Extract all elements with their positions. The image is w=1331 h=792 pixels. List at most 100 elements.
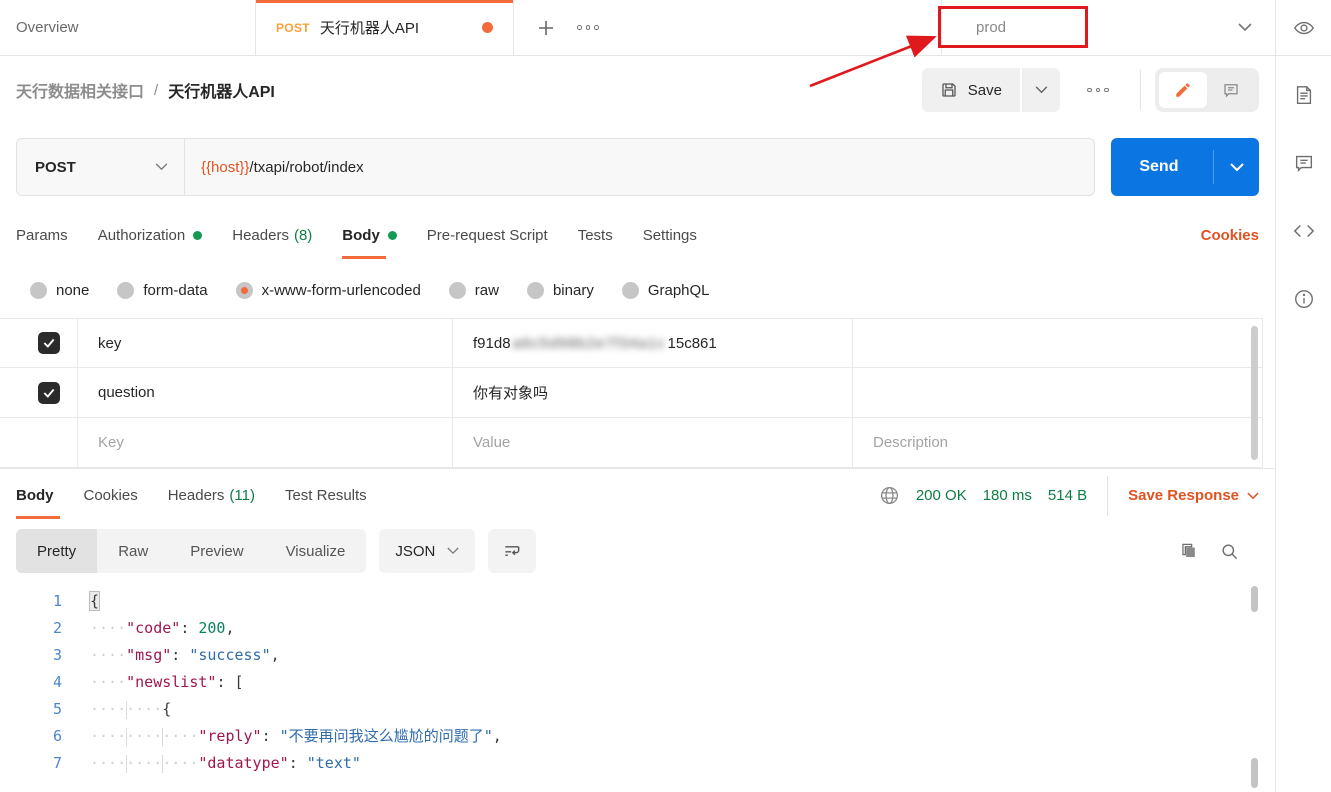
- response-size[interactable]: 514 B: [1048, 487, 1087, 504]
- body-mode-raw[interactable]: raw: [449, 282, 499, 299]
- send-button-label: Send: [1111, 158, 1178, 176]
- request-tab-authorization[interactable]: Authorization: [98, 208, 203, 262]
- code-token: :: [180, 619, 198, 637]
- tabbar-more-button[interactable]: [566, 0, 610, 55]
- right-sidebar: [1276, 0, 1331, 792]
- save-response-button[interactable]: Save Response: [1128, 487, 1259, 504]
- tab-overview[interactable]: Overview: [0, 0, 256, 55]
- body-mode-x-www-form-urlencoded[interactable]: x-www-form-urlencoded: [236, 282, 421, 299]
- body-mode-graphql[interactable]: GraphQL: [622, 282, 710, 299]
- method-select[interactable]: POST: [17, 139, 185, 195]
- search-icon: [1220, 542, 1239, 561]
- request-tab-body[interactable]: Body: [342, 208, 397, 262]
- response-tab-cookies[interactable]: Cookies: [84, 469, 138, 522]
- checkbox-column: [0, 418, 78, 467]
- param-value-field[interactable]: f91d8a6c5d98b2e7f34a1c15c861: [453, 319, 853, 367]
- pencil-icon: [1174, 81, 1192, 99]
- param-value-field[interactable]: 你有对象吗: [453, 368, 853, 417]
- search-button[interactable]: [1220, 542, 1239, 561]
- param-key-field[interactable]: question: [78, 368, 453, 417]
- environment-selector[interactable]: prod: [941, 0, 1276, 55]
- param-key-field[interactable]: key: [78, 319, 453, 367]
- code-token: ,: [225, 619, 234, 637]
- code-token: ····: [126, 700, 162, 718]
- body-mode-form-data[interactable]: form-data: [117, 282, 207, 299]
- code-token: ,: [493, 727, 502, 745]
- request-header-row: 天行数据相关接口 / 天行机器人API Save: [0, 56, 1275, 124]
- row-checkbox[interactable]: [38, 332, 60, 354]
- response-meta: 200 OK 180 ms 514 B Save Response: [879, 476, 1259, 516]
- code-token: "code": [126, 619, 180, 637]
- send-button[interactable]: Send: [1111, 138, 1259, 196]
- tab-request-active[interactable]: POST 天行机器人API: [256, 0, 514, 55]
- radio-icon: [236, 282, 253, 299]
- code-token: {: [90, 592, 99, 610]
- environment-quicklook-button[interactable]: [1293, 17, 1315, 39]
- radio-icon: [117, 282, 134, 299]
- breadcrumb-folder[interactable]: 天行数据相关接口: [16, 78, 144, 102]
- request-more-button[interactable]: [1080, 68, 1116, 112]
- cookies-link[interactable]: Cookies: [1201, 227, 1259, 244]
- language-select[interactable]: JSON: [379, 529, 475, 573]
- request-tab-params[interactable]: Params: [16, 208, 68, 262]
- code-line: 6············"reply": "不要再问我这么尴尬的问题了",: [0, 723, 1275, 750]
- body-mode-none[interactable]: none: [30, 282, 89, 299]
- body-mode-binary[interactable]: binary: [527, 282, 594, 299]
- copy-button[interactable]: [1179, 542, 1198, 561]
- tab-method-badge: POST: [276, 21, 310, 35]
- param-description-field[interactable]: [853, 319, 1263, 367]
- tab-count: (8): [294, 227, 312, 244]
- url-host-variable: {{host}}: [201, 159, 249, 176]
- wrap-lines-button[interactable]: [488, 529, 536, 573]
- code-scrollbar-thumb[interactable]: [1251, 758, 1258, 788]
- documentation-button[interactable]: [1293, 84, 1315, 106]
- comment-button[interactable]: [1207, 72, 1255, 108]
- param-placeholder[interactable]: Key: [78, 418, 453, 467]
- param-description-field[interactable]: [853, 368, 1263, 417]
- info-icon: [1293, 288, 1315, 310]
- view-pretty[interactable]: Pretty: [16, 529, 97, 573]
- code-token: "msg": [126, 646, 171, 664]
- response-tab-headers[interactable]: Headers(11): [168, 469, 255, 522]
- table-scrollbar-thumb[interactable]: [1251, 326, 1258, 460]
- row-checkbox[interactable]: [38, 382, 60, 404]
- code-snippet-button[interactable]: [1293, 220, 1315, 242]
- view-preview[interactable]: Preview: [169, 529, 264, 573]
- code-token: 200: [198, 619, 225, 637]
- url-input[interactable]: {{host}}/txapi/robot/index: [185, 139, 1094, 195]
- send-options-button[interactable]: [1213, 150, 1259, 184]
- request-tab-tests[interactable]: Tests: [578, 208, 613, 262]
- copy-icon: [1179, 542, 1198, 561]
- chevron-down-icon: [1247, 492, 1259, 500]
- param-placeholder[interactable]: Value: [453, 418, 853, 467]
- code-token: ····: [90, 673, 126, 691]
- response-time[interactable]: 180 ms: [983, 487, 1032, 504]
- chevron-down-icon: [155, 163, 168, 171]
- new-tab-button[interactable]: [526, 0, 566, 55]
- radio-icon: [622, 282, 639, 299]
- code-icon: [1293, 220, 1315, 242]
- code-scrollbar-thumb[interactable]: [1251, 586, 1258, 612]
- save-options-button[interactable]: [1022, 68, 1060, 112]
- request-tab-settings[interactable]: Settings: [643, 208, 697, 262]
- info-button[interactable]: [1293, 288, 1315, 310]
- status-code[interactable]: 200 OK: [916, 487, 967, 504]
- code-token: ····: [162, 754, 198, 772]
- url-path: /txapi/robot/index: [249, 159, 363, 176]
- code-token: ····: [162, 727, 198, 745]
- param-placeholder[interactable]: Description: [853, 418, 1263, 467]
- request-tab-pre-request-script[interactable]: Pre-request Script: [427, 208, 548, 262]
- code-token: ····: [90, 727, 126, 745]
- comments-button[interactable]: [1293, 152, 1315, 174]
- edit-pencil-button[interactable]: [1159, 72, 1207, 108]
- save-button[interactable]: Save: [922, 68, 1020, 112]
- radio-icon: [527, 282, 544, 299]
- view-visualize[interactable]: Visualize: [265, 529, 367, 573]
- response-header: Body Cookies Headers(11) Test Results 200 O…: [0, 468, 1275, 522]
- response-body-viewer: 1{2····"code": 200,3····"msg": "success"…: [0, 580, 1275, 792]
- view-raw[interactable]: Raw: [97, 529, 169, 573]
- response-tab-body[interactable]: Body: [16, 469, 54, 522]
- request-tab-headers[interactable]: Headers(8): [232, 208, 312, 262]
- code-token: ····: [126, 754, 162, 772]
- response-tab-test-results[interactable]: Test Results: [285, 469, 367, 522]
